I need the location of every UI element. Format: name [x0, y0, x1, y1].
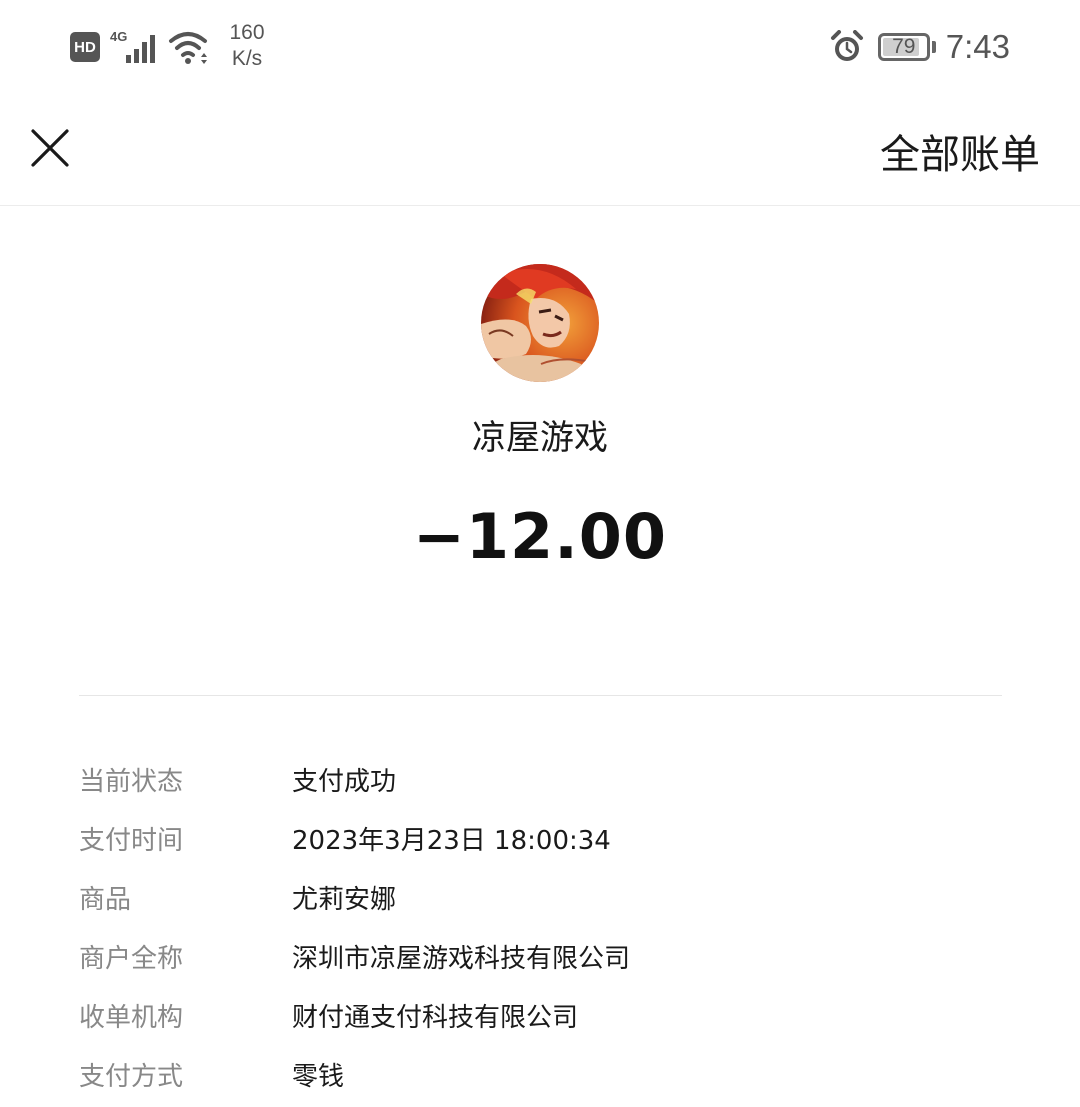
detail-label: 支付方式	[79, 1062, 184, 1092]
detail-value: 2023年3月23日 18:00:34	[292, 826, 611, 856]
detail-row-status: 当前状态 支付成功	[79, 750, 1019, 809]
merchant-avatar-image	[481, 264, 599, 382]
merchant-avatar	[481, 264, 599, 382]
merchant-name: 凉屋游戏	[472, 418, 608, 458]
detail-row-merchant-full-name: 商户全称 深圳市凉屋游戏科技有限公司	[79, 927, 1019, 986]
transaction-amount: −12.00	[412, 500, 668, 573]
network-speed-value: 160	[229, 21, 265, 44]
svg-text:4G: 4G	[110, 29, 127, 44]
detail-label: 商户全称	[79, 944, 184, 974]
nav-bar: 全部账单	[0, 92, 1080, 206]
detail-label: 支付时间	[79, 826, 184, 856]
detail-row-payment-method: 支付方式 零钱	[79, 1045, 1019, 1104]
detail-row-pay-time: 支付时间 2023年3月23日 18:00:34	[79, 809, 1019, 868]
detail-row-product: 商品 尤莉安娜	[79, 868, 1019, 927]
network-speed: 160 K/s	[222, 20, 272, 72]
status-bar-right: 79 7:43	[830, 26, 1010, 68]
signal-4g-icon: 4G	[110, 29, 155, 63]
network-speed-unit: K/s	[231, 47, 263, 70]
detail-label: 收单机构	[79, 1003, 184, 1033]
section-divider	[79, 695, 1002, 696]
wifi-icon	[169, 32, 207, 64]
battery-level: 79	[892, 35, 916, 58]
detail-label: 商品	[79, 885, 132, 915]
detail-value: 深圳市凉屋游戏科技有限公司	[292, 944, 631, 974]
transaction-details: 当前状态 支付成功 支付时间 2023年3月23日 18:00:34 商品 尤莉…	[79, 750, 1019, 1104]
status-time: 7:43	[945, 28, 1010, 65]
detail-value: 尤莉安娜	[292, 885, 397, 915]
detail-value: 财付通支付科技有限公司	[292, 1003, 579, 1033]
battery-icon: 79	[877, 33, 930, 61]
status-bar-left: HD 4G	[70, 22, 212, 72]
hd-icon: HD	[70, 32, 100, 62]
close-icon	[31, 129, 69, 167]
all-bills-link[interactable]: 全部账单	[880, 122, 1040, 180]
detail-value: 零钱	[292, 1062, 345, 1092]
battery-cap	[931, 41, 936, 53]
alarm-icon	[830, 30, 863, 61]
close-button[interactable]	[30, 128, 70, 168]
detail-row-acquirer: 收单机构 财付通支付科技有限公司	[79, 986, 1019, 1045]
detail-value: 支付成功	[292, 767, 397, 797]
detail-label: 当前状态	[79, 767, 184, 797]
status-bar: HD 4G 160 K/s 79 7:43	[0, 0, 1080, 92]
